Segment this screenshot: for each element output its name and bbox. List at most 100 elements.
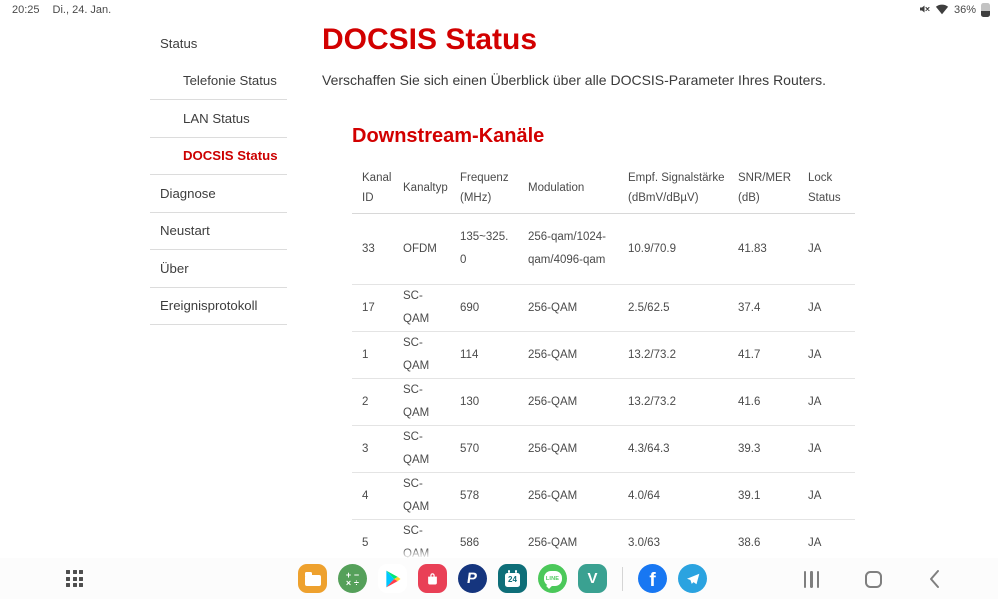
table-cell: 2 [362,395,369,408]
table-cell: 41.83 [738,242,767,255]
back-button[interactable] [928,569,940,589]
column-header-kanaltyp: Kanaltyp [403,181,448,194]
section-title-downstream: Downstream-Kanäle [352,125,545,147]
table-row: 17 SC-QAM 690 256-QAM 2.5/62.5 37.4 JA [352,285,855,332]
sidebar-item-ueber[interactable]: Über [150,250,287,288]
sidebar: Status Telefonie Status LAN Status DOCSIS S… [150,25,287,325]
sidebar-item-diagnose[interactable]: Diagnose [150,175,287,213]
table-cell: 3.0/63 [628,536,660,549]
table-cell: 38.6 [738,536,761,549]
clock: 20:25 [12,4,40,16]
table-cell: 578 [460,489,480,502]
table-header-row: Kanal ID Kanaltyp Frequenz (MHz) Modulation Em… [352,162,855,214]
table-cell: JA [808,536,822,549]
chevron-left-icon [930,570,939,588]
screen: 20:25 Di., 24. Jan. 36% Status Telefonie … [0,0,998,599]
calculator-glyphs: + − × ÷ [345,569,360,588]
table-cell: SC-QAM [403,431,430,466]
calendar-glyph: 24 [505,570,520,587]
table-cell: 33 [362,242,375,255]
column-header-signalstaerke: Empf. Signalstärke (dBmV/dBµV) [628,171,725,204]
sidebar-item-neustart[interactable]: Neustart [150,213,287,250]
sidebar-item-label: LAN Status [183,110,250,126]
sidebar-item-ereignisprotokoll[interactable]: Ereignisprotokoll [150,288,287,325]
calculator-app-icon[interactable]: + − × ÷ [338,564,367,593]
page-title: DOCSIS Status [322,23,538,56]
home-button[interactable] [865,570,882,588]
taskbar: + − × ÷ P 24 LINE V f [0,558,998,599]
play-triangle-icon [385,570,400,587]
downstream-section: Downstream-Kanäle Kanal ID Kanaltyp Frequen… [352,123,855,599]
bag-icon [428,573,437,585]
table-row: 33 OFDM 135~325.0 256-qam/1024-qam/4096-qam… [352,214,855,285]
table-row: 2 SC-QAM 130 256-QAM 13.2/73.2 41.6 JA [352,379,855,426]
table-cell: 13.2/73.2 [628,348,676,361]
my-files-app-icon[interactable] [298,564,327,593]
recents-button[interactable] [803,570,819,588]
navigation-bar [803,569,941,589]
sidebar-item-label: Telefonie Status [183,73,277,89]
table-cell: 39.1 [738,489,761,502]
table-cell: 570 [460,442,480,455]
table-cell: 4.0/64 [628,489,660,502]
telegram-app-icon[interactable] [678,564,707,593]
docsis-downstream-table: Kanal ID Kanaltyp Frequenz (MHz) Modulation Em… [352,162,855,599]
table-cell: JA [808,348,822,361]
sidebar-item-telefonie-status[interactable]: Telefonie Status [150,63,287,100]
table-cell: 5 [362,536,369,549]
sidebar-item-status[interactable]: Status [150,25,287,63]
table-cell: JA [808,442,822,455]
dock: + − × ÷ P 24 LINE V f [298,564,707,593]
wifi-icon [935,3,949,18]
battery-icon [981,3,990,17]
app-drawer-button[interactable] [66,570,83,587]
paypal-app-icon[interactable]: P [458,564,487,593]
column-header-modulation: Modulation [528,181,585,194]
paypal-letter: P [466,570,479,587]
table-cell: 586 [460,536,480,549]
date: Di., 24. Jan. [52,4,112,16]
column-header-kanal-id: Kanal ID [362,171,392,204]
google-play-app-icon[interactable] [378,564,407,593]
table-cell: 256-QAM [528,536,578,549]
table-cell: 10.9/70.9 [628,242,676,255]
calendar-24-app-icon[interactable]: 24 [498,564,527,593]
column-header-snr-mer: SNR/MER (dB) [738,171,792,204]
table-row: 1 SC-QAM 114 256-QAM 13.2/73.2 41.7 JA [352,332,855,379]
line-app-icon[interactable]: LINE [538,564,567,593]
table-row: 3 SC-QAM 570 256-QAM 4.3/64.3 39.3 JA [352,426,855,473]
battery-percent: 36% [953,4,976,16]
page-subtitle: Verschaffen Sie sich einen Überblick übe… [322,72,826,88]
table-cell: SC-QAM [403,337,430,372]
sidebar-item-label: Status [160,36,198,52]
table-cell: 256-qam/1024-qam/4096-qam [528,231,606,266]
table-cell: 114 [460,348,479,361]
main-content: DOCSIS Status Verschaffen Sie sich einen… [322,22,882,599]
dock-divider [622,566,623,591]
table-cell: 1 [362,348,369,361]
column-header-frequenz: Frequenz (MHz) [460,171,509,204]
column-header-lock-status: Lock Status [808,171,841,204]
table-cell: 256-QAM [528,348,578,361]
table-cell: 256-QAM [528,301,578,314]
sidebar-item-label: DOCSIS Status [183,148,278,164]
shopping-bag-app-icon[interactable] [418,564,447,593]
facebook-app-icon[interactable]: f [638,564,667,593]
table-cell: 13.2/73.2 [628,395,676,408]
table-cell: 4 [362,489,369,502]
status-bar: 20:25 Di., 24. Jan. 36% [0,0,998,18]
sidebar-item-lan-status[interactable]: LAN Status [150,100,287,138]
table-cell: 256-QAM [528,489,578,502]
table-cell: SC-QAM [403,290,430,325]
table-cell: JA [808,395,822,408]
vinted-letter: V [587,570,598,587]
sidebar-item-docsis-status[interactable]: DOCSIS Status [150,138,287,175]
vinted-app-icon[interactable]: V [578,564,607,593]
table-cell: 256-QAM [528,395,578,408]
sidebar-item-label: Ereignisprotokoll [160,298,258,314]
table-cell: 690 [460,301,480,314]
table-cell: 130 [460,395,480,408]
table-body: 33 OFDM 135~325.0 256-qam/1024-qam/4096-qam… [352,214,855,599]
table-cell: JA [808,242,822,255]
table-cell: 39.3 [738,442,761,455]
